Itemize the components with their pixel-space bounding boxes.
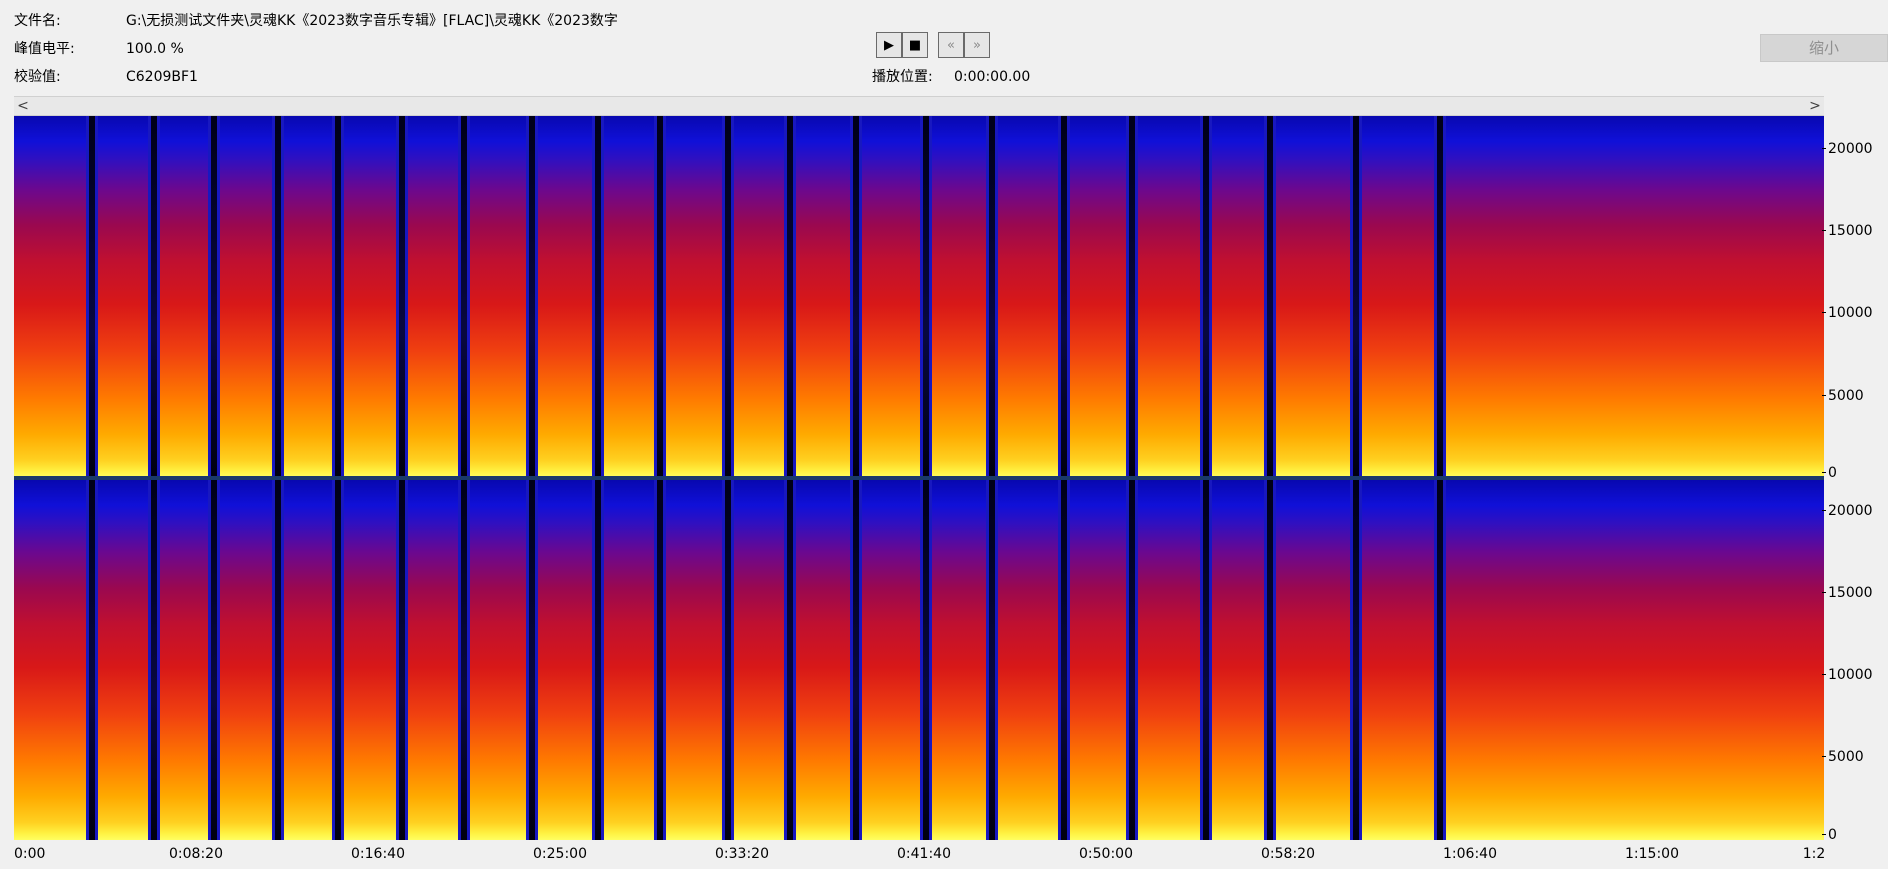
track-gap bbox=[920, 480, 932, 840]
shrink-button[interactable]: 缩小 bbox=[1760, 34, 1888, 62]
track-gap bbox=[850, 116, 862, 478]
rewind-button[interactable]: « bbox=[938, 32, 964, 58]
track-gap bbox=[148, 116, 160, 478]
freq-tick: 5000 bbox=[1822, 388, 1864, 404]
filename-value: G:\无损测试文件夹\灵魂KK《2023数字音乐专辑》[FLAC]\灵魂KK《2… bbox=[126, 13, 618, 29]
freq-tick: 5000 bbox=[1822, 749, 1864, 765]
freq-tick: 0 bbox=[1822, 465, 1837, 481]
track-gap bbox=[1058, 116, 1070, 478]
playback-position-label: 播放位置: bbox=[872, 69, 933, 85]
freq-tick: 15000 bbox=[1822, 223, 1873, 239]
frequency-axis: 20000 15000 10000 5000 0 20000 15000 100… bbox=[1822, 116, 1888, 843]
track-gap bbox=[1200, 116, 1212, 478]
track-gap bbox=[1434, 480, 1446, 840]
fast-forward-icon: » bbox=[973, 37, 981, 53]
peak-label: 峰值电平: bbox=[14, 41, 75, 57]
peak-value: 100.0 % bbox=[126, 41, 184, 57]
track-gap bbox=[272, 480, 284, 840]
freq-tick: 0 bbox=[1822, 827, 1837, 843]
freq-tick: 10000 bbox=[1822, 667, 1873, 683]
track-gap bbox=[1200, 480, 1212, 840]
track-gap bbox=[396, 480, 408, 840]
track-gap bbox=[272, 116, 284, 478]
track-gap bbox=[920, 116, 932, 478]
track-gap bbox=[208, 116, 220, 478]
track-gap bbox=[654, 116, 666, 478]
scroll-right-icon[interactable]: > bbox=[1806, 97, 1824, 115]
track-gap bbox=[332, 480, 344, 840]
playback-position-value: 0:00:00.00 bbox=[954, 69, 1031, 85]
forward-button[interactable]: » bbox=[964, 32, 990, 58]
stop-button[interactable]: ■ bbox=[902, 32, 928, 58]
track-gap bbox=[526, 116, 538, 478]
track-gap bbox=[526, 480, 538, 840]
time-tick: 0:33:20 bbox=[715, 846, 769, 862]
checksum-value: C6209BF1 bbox=[126, 69, 198, 85]
freq-tick: 20000 bbox=[1822, 503, 1873, 519]
rewind-icon: « bbox=[947, 37, 955, 53]
track-gap bbox=[592, 480, 604, 840]
track-gap bbox=[592, 116, 604, 478]
play-button[interactable]: ▶ bbox=[876, 32, 902, 58]
track-gap bbox=[396, 116, 408, 478]
track-gap bbox=[208, 480, 220, 840]
time-axis: 0:00 0:08:20 0:16:40 0:25:00 0:33:20 0:4… bbox=[14, 844, 1826, 869]
track-gap bbox=[458, 116, 470, 478]
spectrogram-channel-right bbox=[14, 480, 1824, 840]
track-gap bbox=[1350, 116, 1362, 478]
spectrogram-channel-left bbox=[14, 116, 1824, 478]
transport-controls: ▶ ■ « » bbox=[876, 32, 990, 58]
track-gap bbox=[1264, 116, 1276, 478]
track-gap bbox=[722, 480, 734, 840]
track-gap bbox=[86, 116, 98, 478]
track-gap bbox=[1350, 480, 1362, 840]
track-gap bbox=[986, 116, 998, 478]
track-gap bbox=[458, 480, 470, 840]
track-gap bbox=[654, 480, 666, 840]
spectrogram[interactable] bbox=[14, 116, 1824, 840]
track-gap bbox=[1264, 480, 1276, 840]
track-gap bbox=[1058, 480, 1070, 840]
track-gap bbox=[784, 480, 796, 840]
stop-icon: ■ bbox=[908, 37, 922, 53]
track-gap bbox=[1434, 116, 1446, 478]
time-tick: 0:16:40 bbox=[351, 846, 405, 862]
time-tick: 1:06:40 bbox=[1443, 846, 1497, 862]
time-tick: 0:58:20 bbox=[1261, 846, 1315, 862]
freq-tick: 15000 bbox=[1822, 585, 1873, 601]
time-tick: 1:2 bbox=[1802, 846, 1826, 862]
checksum-label: 校验值: bbox=[14, 69, 61, 85]
track-gap bbox=[1126, 116, 1138, 478]
time-tick: 0:08:20 bbox=[169, 846, 223, 862]
track-gap bbox=[148, 480, 160, 840]
filename-label: 文件名: bbox=[14, 13, 61, 29]
freq-tick: 10000 bbox=[1822, 305, 1873, 321]
track-gap bbox=[850, 480, 862, 840]
track-gap bbox=[1126, 480, 1138, 840]
spectrum-analyzer-window: 文件名: G:\无损测试文件夹\灵魂KK《2023数字音乐专辑》[FLAC]\灵… bbox=[0, 0, 1888, 869]
track-gap bbox=[332, 116, 344, 478]
time-tick: 0:41:40 bbox=[897, 846, 951, 862]
time-tick: 0:25:00 bbox=[533, 846, 587, 862]
horizontal-scrollbar[interactable]: < > bbox=[14, 96, 1824, 116]
time-tick: 0:50:00 bbox=[1079, 846, 1133, 862]
time-tick: 0:00 bbox=[14, 846, 46, 862]
play-icon: ▶ bbox=[884, 37, 894, 53]
time-tick: 1:15:00 bbox=[1625, 846, 1679, 862]
freq-tick: 20000 bbox=[1822, 141, 1873, 157]
track-gap bbox=[784, 116, 796, 478]
track-gap bbox=[86, 480, 98, 840]
scroll-left-icon[interactable]: < bbox=[14, 97, 32, 115]
track-gap bbox=[986, 480, 998, 840]
track-gap bbox=[722, 116, 734, 478]
